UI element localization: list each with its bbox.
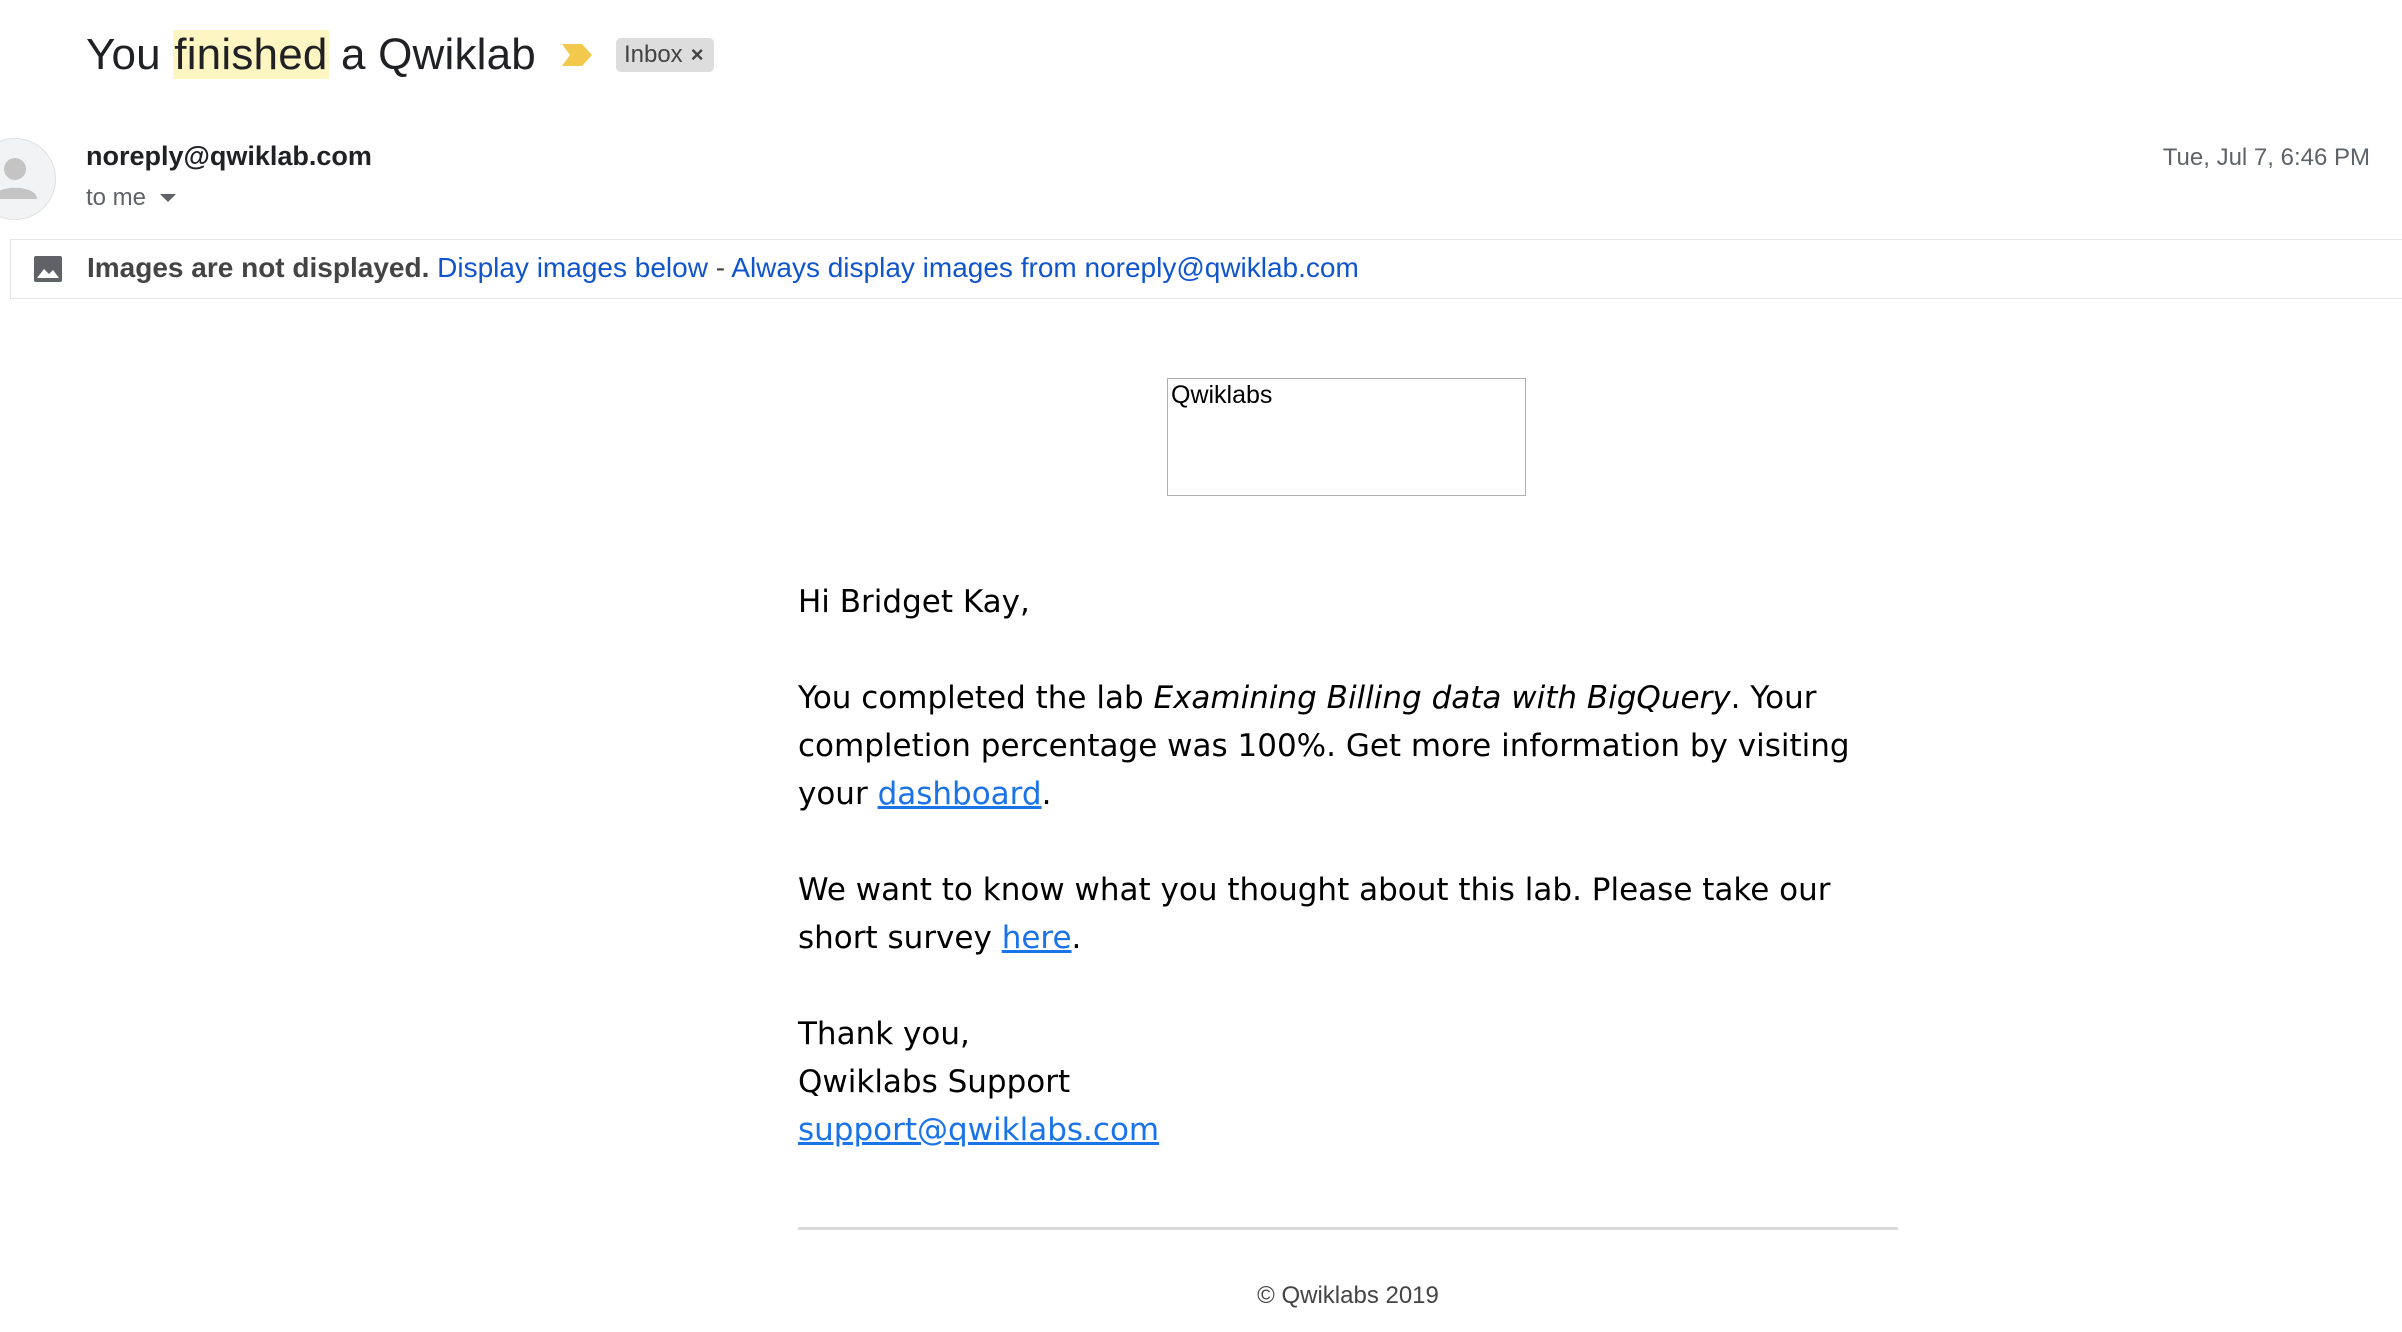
recipient-details-toggle[interactable]: to me xyxy=(86,184,177,212)
survey-link[interactable]: here xyxy=(1002,920,1072,956)
important-marker-icon[interactable] xyxy=(560,42,594,68)
completion-period: . xyxy=(1041,776,1052,812)
logo-alt-text: Qwiklabs xyxy=(1171,381,1273,409)
images-blocked-banner: Images are not displayed. Display images… xyxy=(10,239,2402,299)
always-display-images-link[interactable]: Always display images from noreply@qwikl… xyxy=(731,252,1359,283)
email-subject: You finished a Qwiklab Inbox × xyxy=(86,22,714,88)
images-not-displayed-notice: Images are not displayed. xyxy=(87,252,430,283)
subject-search-highlight: finished xyxy=(173,30,329,79)
recipient-summary: to me xyxy=(86,184,147,211)
sender-email[interactable]: noreply@qwiklab.com xyxy=(86,141,372,172)
subject-pre: You xyxy=(86,30,174,79)
chevron-down-icon[interactable] xyxy=(160,194,177,202)
completion-paragraph: You completed the lab Examining Billing … xyxy=(798,674,1908,818)
qwiklabs-logo-placeholder: Qwiklabs xyxy=(1167,378,1526,496)
support-email-paragraph: support@qwiklabs.com xyxy=(798,1106,1908,1154)
image-icon xyxy=(34,256,62,282)
inbox-label-chip: Inbox × xyxy=(615,38,714,72)
banner-text: Images are not displayed. Display images… xyxy=(87,252,1359,284)
lab-name: Examining Billing data with BigQuery xyxy=(1153,680,1731,716)
closing-thanks: Thank you, xyxy=(798,1016,970,1052)
sender-avatar[interactable] xyxy=(0,138,56,220)
signature: Qwiklabs Support xyxy=(798,1064,1071,1100)
survey-text: We want to know what you thought about t… xyxy=(798,872,1831,956)
subject-title: You finished a Qwiklab xyxy=(86,30,536,80)
survey-period: . xyxy=(1071,920,1082,956)
survey-paragraph: We want to know what you thought about t… xyxy=(798,866,1908,962)
inbox-label-text: Inbox xyxy=(623,41,683,68)
email-body: Hi Bridget Kay, You completed the lab Ex… xyxy=(798,578,1908,1154)
support-email-link[interactable]: support@qwiklabs.com xyxy=(798,1112,1159,1148)
footer-divider xyxy=(798,1227,1898,1230)
email-timestamp: Tue, Jul 7, 6:46 PM xyxy=(2162,144,2370,171)
banner-separator: - xyxy=(707,252,732,283)
copyright-notice: © Qwiklabs 2019 xyxy=(1257,1282,1439,1309)
greeting: Hi Bridget Kay, xyxy=(798,584,1030,620)
completion-text-start: You completed the lab xyxy=(798,680,1154,716)
dashboard-link[interactable]: dashboard xyxy=(878,776,1042,812)
default-person-icon xyxy=(0,158,37,199)
remove-label-icon[interactable]: × xyxy=(691,42,704,68)
display-images-below-link[interactable]: Display images below xyxy=(437,252,708,283)
subject-post: a Qwiklab xyxy=(328,30,536,79)
